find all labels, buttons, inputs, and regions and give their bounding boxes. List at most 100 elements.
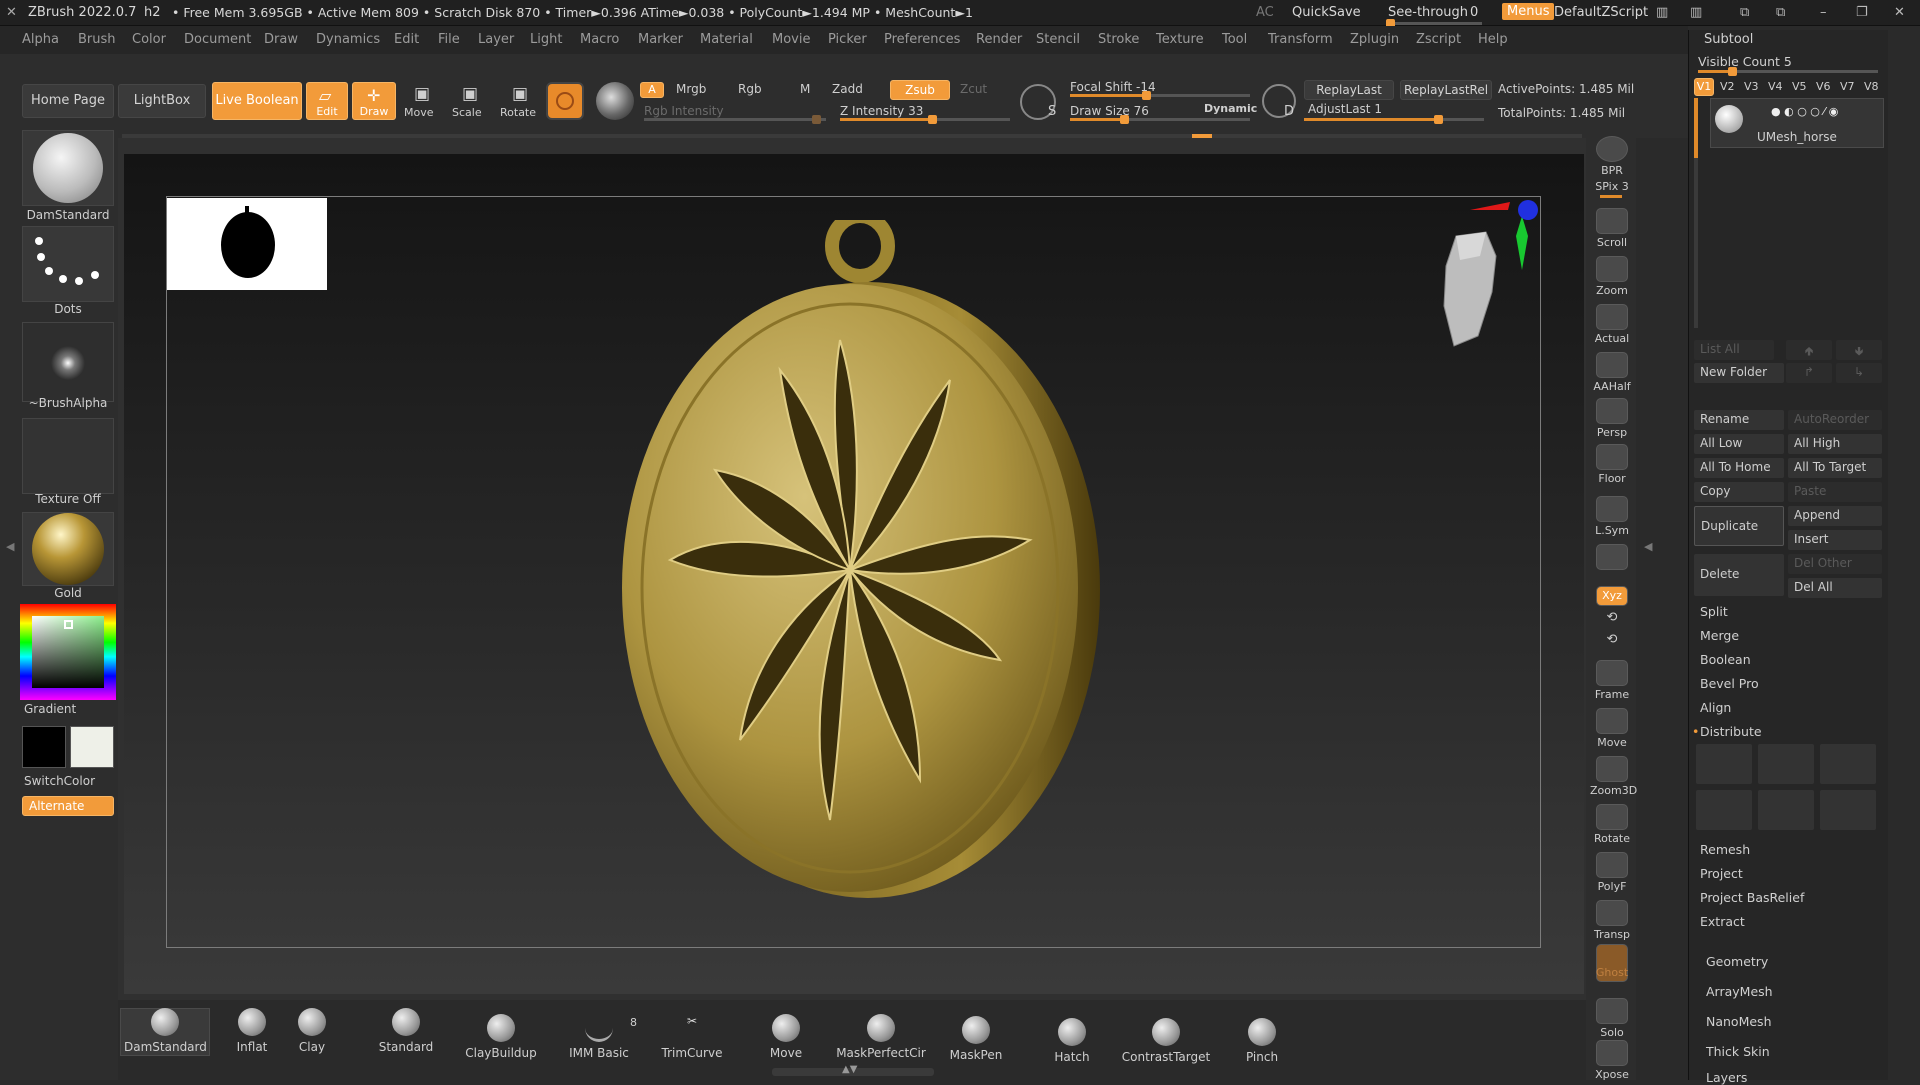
menu-alpha[interactable]: Alpha — [22, 32, 59, 47]
menu-brush[interactable]: Brush — [78, 32, 116, 47]
subtool-item[interactable]: ● ◐ ○ ○ ⁄ ◉ UMesh_horse — [1710, 98, 1884, 148]
distribute-section[interactable]: Distribute — [1700, 724, 1762, 739]
remesh-section[interactable]: Remesh — [1700, 842, 1750, 857]
solo-button[interactable]: Solo — [1590, 998, 1634, 1039]
distribute-z2-icon[interactable] — [1820, 790, 1876, 830]
menu-zplugin[interactable]: Zplugin — [1350, 32, 1399, 47]
ac-label[interactable]: AC — [1256, 5, 1274, 20]
version-v5[interactable]: V5 — [1792, 80, 1807, 93]
see-through-slider[interactable] — [1386, 19, 1482, 28]
menu-light[interactable]: Light — [530, 32, 562, 47]
zsub-toggle[interactable]: Zsub — [890, 80, 950, 100]
boolean-section[interactable]: Boolean — [1700, 652, 1751, 667]
delete-button[interactable]: Delete — [1694, 554, 1784, 596]
version-v4[interactable]: V4 — [1768, 80, 1783, 93]
geometry-group[interactable]: Geometry — [1706, 954, 1768, 969]
minimize-icon[interactable]: – — [1820, 5, 1827, 20]
eye-icon[interactable]: ● ◐ ○ ○ ⁄ ◉ — [1771, 105, 1871, 118]
rgb-intensity-slider[interactable] — [644, 115, 826, 124]
dynamic-toggle[interactable]: Dynamic — [1204, 102, 1257, 115]
actual-button[interactable]: Actual — [1590, 304, 1634, 345]
menu-file[interactable]: File — [438, 32, 460, 47]
brush-pinch[interactable]: Pinch — [1242, 1018, 1282, 1064]
subtool-title[interactable]: Subtool — [1704, 32, 1753, 47]
navigation-head-gizmo[interactable] — [1400, 196, 1550, 356]
del-all-button[interactable]: Del All — [1788, 578, 1882, 598]
brush-clay[interactable]: Clay — [292, 1008, 332, 1054]
distribute-x2-icon[interactable] — [1696, 790, 1752, 830]
all-to-home-button[interactable]: All To Home — [1694, 458, 1784, 478]
menu-draw[interactable]: Draw — [264, 32, 298, 47]
draw-size-slider[interactable] — [1070, 115, 1250, 124]
version-v1[interactable]: V1 — [1694, 78, 1714, 96]
all-high-button[interactable]: All High — [1788, 434, 1882, 454]
distribute-z-icon[interactable] — [1820, 744, 1876, 784]
adjust-last-slider[interactable] — [1304, 115, 1484, 124]
list-all-button[interactable]: List All — [1694, 340, 1774, 360]
project-basrelief-section[interactable]: Project BasRelief — [1700, 890, 1804, 905]
append-button[interactable]: Append — [1788, 506, 1882, 526]
menu-stencil[interactable]: Stencil — [1036, 32, 1080, 47]
xyz-button[interactable]: Xyz — [1590, 586, 1634, 608]
distribute-y2-icon[interactable] — [1758, 790, 1814, 830]
rotate-y-icon[interactable]: ⟲ — [1590, 610, 1634, 625]
copy-button[interactable]: Copy — [1694, 482, 1784, 502]
m-toggle[interactable]: M — [800, 82, 810, 96]
menu-layer[interactable]: Layer — [478, 32, 514, 47]
bevel-pro-section[interactable]: Bevel Pro — [1700, 676, 1759, 691]
zcut-toggle[interactable]: Zcut — [960, 82, 987, 96]
extract-section[interactable]: Extract — [1700, 914, 1745, 929]
insert-button[interactable]: Insert — [1788, 530, 1882, 550]
menu-macro[interactable]: Macro — [580, 32, 619, 47]
menu-preferences[interactable]: Preferences — [884, 32, 960, 47]
brush-hatch[interactable]: Hatch — [1052, 1018, 1092, 1064]
alternate-button[interactable]: Alternate — [22, 796, 114, 816]
replay-last-button[interactable]: ReplayLast — [1304, 80, 1394, 100]
new-folder-button[interactable]: New Folder — [1694, 363, 1784, 383]
brush-maskpen[interactable]: MaskPen — [948, 1016, 1004, 1062]
texture-thumbnail[interactable] — [22, 418, 114, 494]
brush-standard[interactable]: Standard — [376, 1008, 436, 1054]
mrgb-toggle[interactable]: Mrgb — [676, 82, 706, 96]
zoom-button[interactable]: Zoom — [1590, 256, 1634, 297]
move-button[interactable]: Move — [404, 106, 434, 119]
brush-inflat[interactable]: Inflat — [232, 1008, 272, 1054]
bpr-button[interactable]: BPR — [1590, 136, 1634, 177]
edit-button[interactable]: ▱ Edit — [306, 82, 348, 120]
auto-reorder-button[interactable]: AutoReorder — [1788, 410, 1882, 430]
thick-skin-group[interactable]: Thick Skin — [1706, 1044, 1770, 1059]
menu-help[interactable]: Help — [1478, 32, 1508, 47]
split-section[interactable]: Split — [1700, 604, 1728, 619]
restore-icon[interactable]: ❐ — [1856, 5, 1868, 20]
frame-button[interactable]: Frame — [1590, 660, 1634, 701]
polyf-button[interactable]: PolyF — [1590, 852, 1634, 893]
move-down-icon[interactable]: 🢃 — [1836, 340, 1882, 360]
aahalf-button[interactable]: AAHalf — [1590, 352, 1634, 393]
menu-document[interactable]: Document — [184, 32, 251, 47]
move-view-button[interactable]: Move — [1590, 708, 1634, 749]
shelf-toggle-icon[interactable]: ▲▼ — [842, 1064, 857, 1075]
folder-down-icon[interactable]: ↳ — [1836, 363, 1882, 383]
transp-button[interactable]: Transp — [1590, 900, 1634, 941]
lock-button[interactable] — [1590, 544, 1634, 572]
switch-color-button[interactable]: SwitchColor — [24, 774, 95, 788]
floor-button[interactable]: Floor — [1590, 444, 1634, 485]
paste-button[interactable]: Paste — [1788, 482, 1882, 502]
move-up-icon[interactable]: 🢁 — [1786, 340, 1832, 360]
menu-edit[interactable]: Edit — [394, 32, 419, 47]
persp-button[interactable]: Persp — [1590, 398, 1634, 439]
main-color-swatch[interactable] — [22, 726, 66, 768]
home-page-button[interactable]: Home Page — [22, 84, 114, 118]
xpose-button[interactable]: Xpose — [1590, 1040, 1634, 1081]
layout-icon-2[interactable]: ▥ — [1690, 5, 1702, 20]
color-picker[interactable] — [20, 604, 116, 700]
stroke-thumbnail[interactable] — [22, 226, 114, 302]
replay-last-rel-button[interactable]: ReplayLastRel — [1400, 80, 1492, 100]
merge-section[interactable]: Merge — [1700, 628, 1739, 643]
right-collapse-icon[interactable]: ◀ — [1644, 540, 1652, 553]
lsym-button[interactable]: L.Sym — [1590, 496, 1634, 537]
brush-move[interactable]: Move — [766, 1014, 806, 1060]
scroll-button[interactable]: Scroll — [1590, 208, 1634, 249]
gradient-label[interactable]: Gradient — [24, 702, 76, 716]
menu-material[interactable]: Material — [700, 32, 753, 47]
